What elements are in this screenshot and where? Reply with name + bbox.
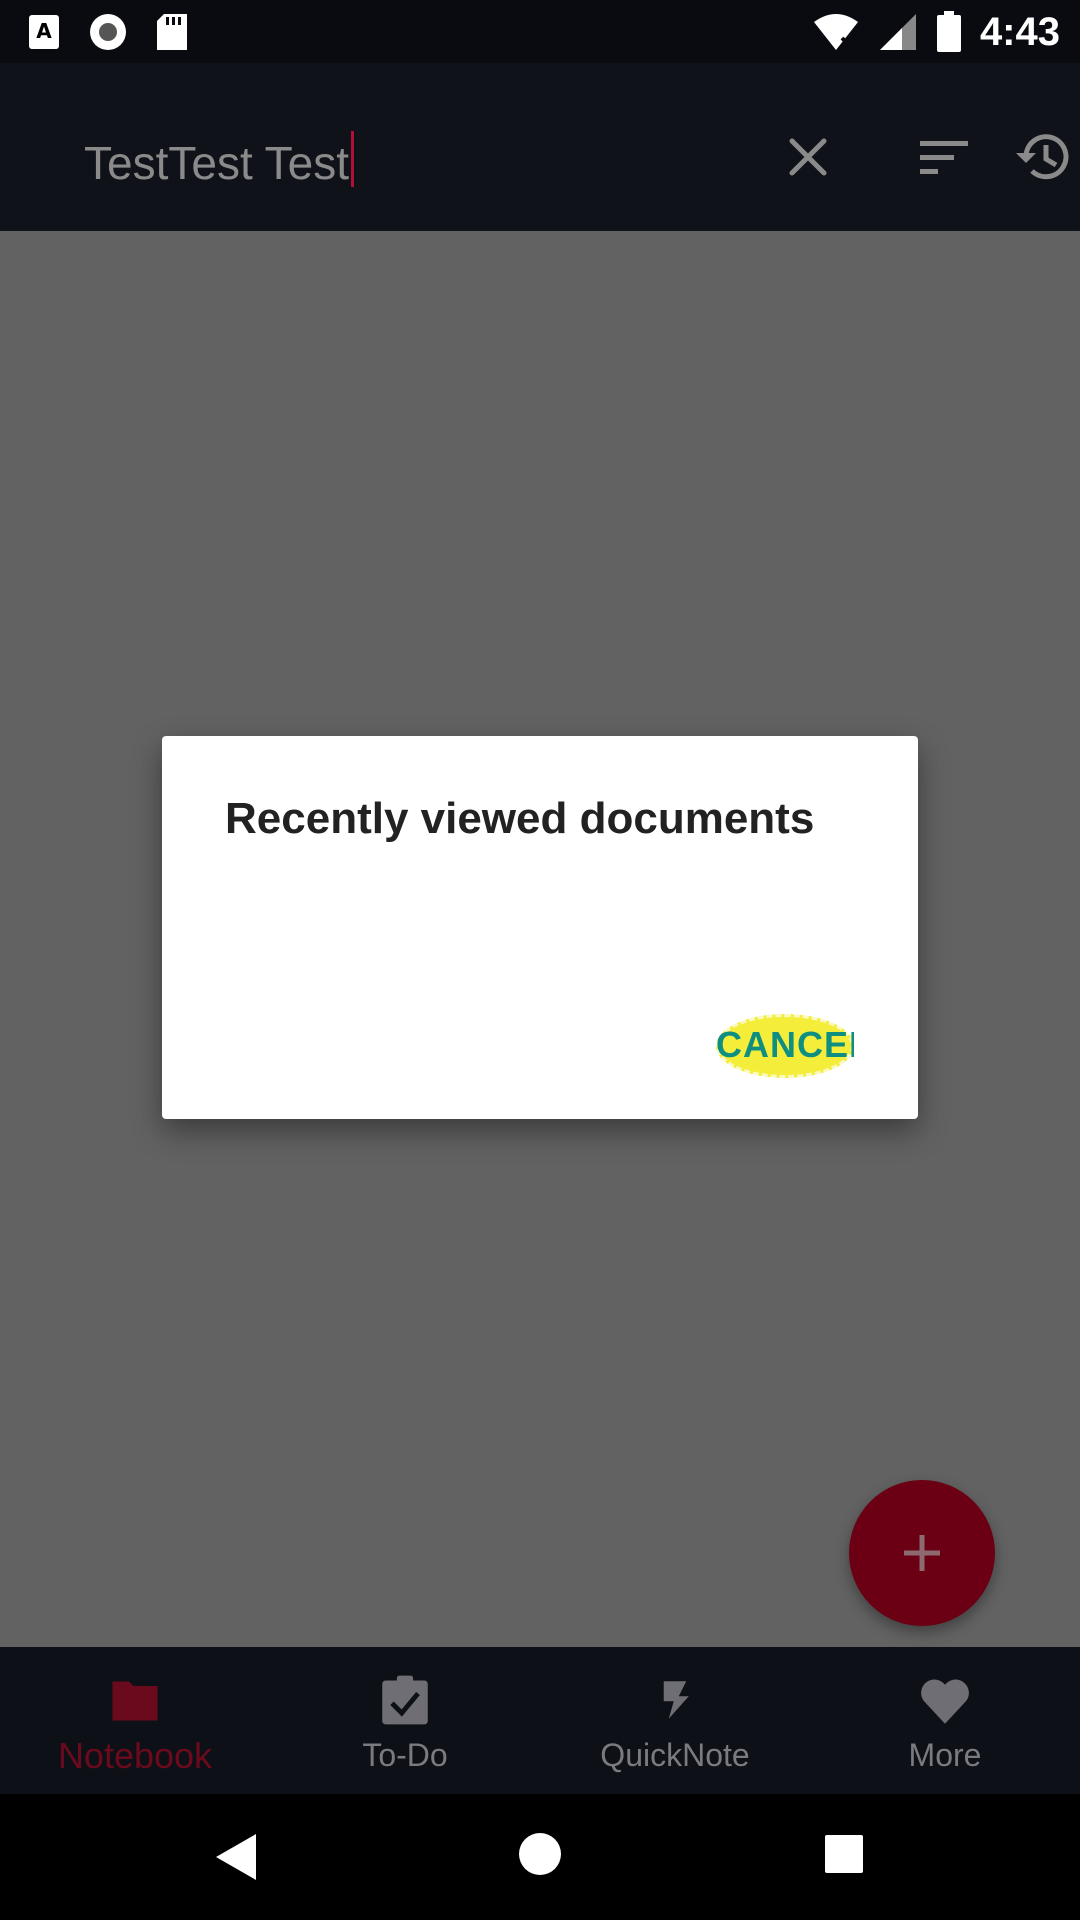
back-icon[interactable] [214,1832,258,1882]
bottom-navigation: Notebook To-Do QuickNote More [0,1647,1080,1794]
cellular-signal-icon [879,14,916,50]
text-caret [351,131,355,187]
recent-documents-dialog: Recently viewed documents CANCEL [162,736,918,1119]
add-note-button[interactable] [849,1480,995,1626]
nav-item-notebook[interactable]: Notebook [0,1647,270,1794]
folder-icon [112,1681,158,1721]
sd-card-icon [157,14,187,50]
cancel-button[interactable]: CANCEL [716,1014,854,1078]
system-navigation-bar [0,1794,1080,1920]
battery-icon [936,11,961,52]
svg-text:A: A [36,19,52,43]
nav-label-todo: To-Do [362,1737,448,1773]
nav-label-quicknote: QuickNote [600,1737,750,1773]
nav-item-todo[interactable]: To-Do [270,1647,540,1794]
search-query-text: TestTest Test [84,137,350,189]
home-icon[interactable] [518,1832,562,1876]
recent-apps-icon[interactable] [824,1834,864,1874]
clock: 4:43 [979,10,1060,54]
nav-label-more: More [908,1737,982,1773]
keyboard-notification-icon: A [29,15,59,49]
clear-search-icon[interactable] [780,129,836,185]
search-toolbar: TestTest Test [0,63,1080,231]
heart-icon [921,1679,969,1724]
nav-item-quicknote[interactable]: QuickNote [540,1647,810,1794]
cancel-button-label: CANCEL [716,1024,854,1065]
record-notification-icon [90,14,126,50]
lightning-icon [663,1681,689,1719]
status-bar: A 4:43 [0,0,1080,63]
nav-item-more[interactable]: More [810,1647,1080,1794]
plus-icon [904,1535,940,1571]
wifi-icon [813,14,858,50]
search-input[interactable]: TestTest Test [84,131,355,189]
clipboard-check-icon [382,1675,428,1725]
sort-icon[interactable] [918,129,974,185]
dialog-title: Recently viewed documents [225,794,815,843]
nav-label-notebook: Notebook [57,1735,213,1776]
history-icon[interactable] [1014,127,1074,187]
